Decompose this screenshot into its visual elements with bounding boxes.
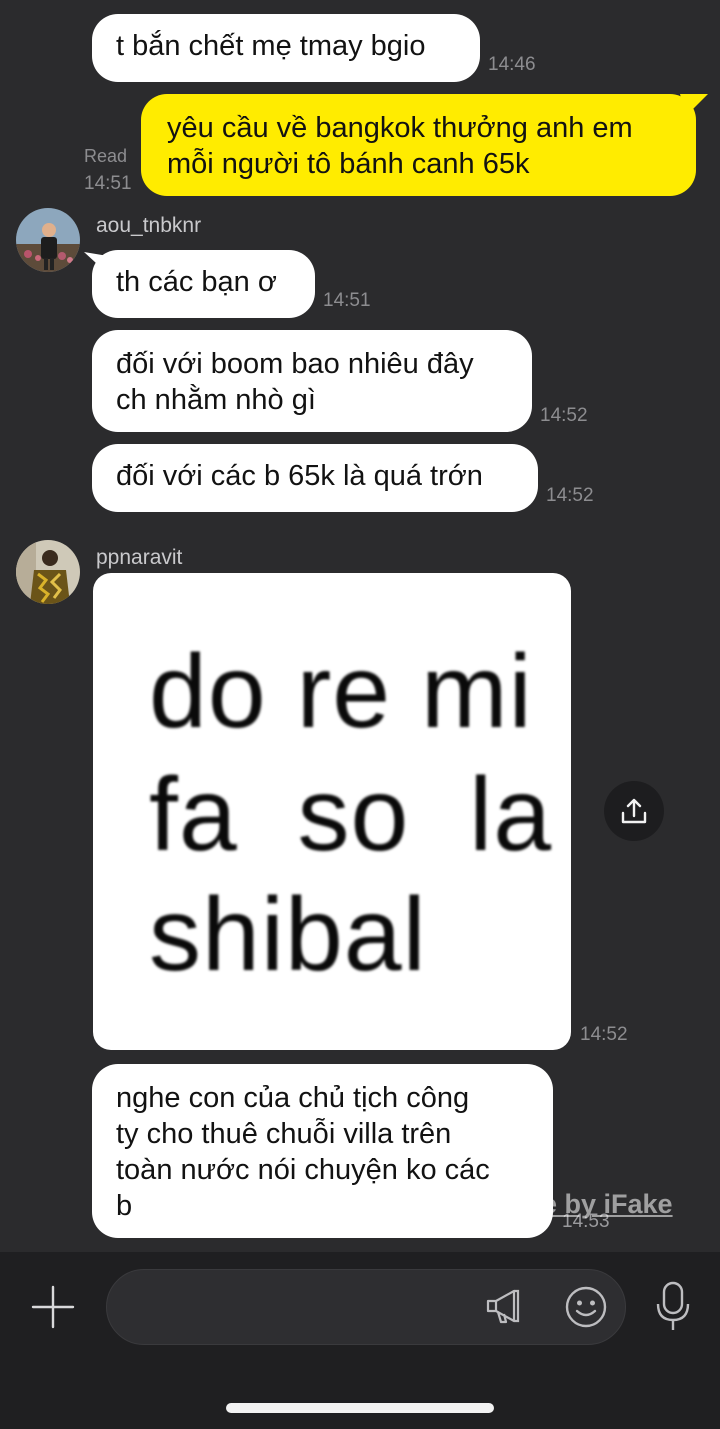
- image-text-line: do re mi: [149, 634, 533, 750]
- sender-name: ppnaravit: [96, 546, 183, 569]
- emoji-button[interactable]: [564, 1285, 608, 1334]
- message-bubble[interactable]: đối với các b 65k là quá trớn: [92, 444, 538, 512]
- chat-area[interactable]: t bắn chết mẹ tmay bgio 14:46 Read 14:51…: [0, 0, 720, 1252]
- voice-button[interactable]: [654, 1280, 692, 1339]
- message-bubble[interactable]: đối với boom bao nhiêu đây ch nhằm nhò g…: [92, 330, 532, 432]
- share-upload-icon: [621, 798, 647, 824]
- message-time: 14:52: [540, 405, 588, 426]
- share-button[interactable]: [604, 781, 664, 841]
- message-input[interactable]: [106, 1269, 626, 1345]
- avatar[interactable]: [16, 208, 80, 272]
- message-time: 14:52: [546, 485, 594, 506]
- announce-button[interactable]: [484, 1286, 524, 1331]
- watermark: Made by iFake: [488, 1189, 673, 1219]
- emoji-icon: [565, 1286, 607, 1328]
- message-bubble-mine[interactable]: yêu cầu về bangkok thưởng anh em mỗi ngư…: [141, 94, 696, 196]
- message-time: 14:51: [84, 173, 132, 194]
- image-message[interactable]: do re mi fa so la shibal: [93, 573, 571, 1050]
- add-button[interactable]: [30, 1284, 76, 1330]
- message-time: 14:52: [580, 1024, 628, 1045]
- megaphone-icon: [486, 1289, 520, 1324]
- message-bubble[interactable]: th các bạn ơ: [92, 250, 315, 318]
- message-bubble[interactable]: nghe con của chủ tịch công ty cho thuê c…: [92, 1064, 553, 1238]
- read-receipt: Read: [84, 146, 128, 166]
- plus-icon: [31, 1285, 75, 1329]
- home-indicator[interactable]: [226, 1403, 494, 1413]
- bubble-tail: [680, 94, 708, 116]
- sender-name: aou_tnbknr: [96, 214, 202, 237]
- message-bubble[interactable]: t bắn chết mẹ tmay bgio: [92, 14, 480, 82]
- image-text-line: shibal: [149, 877, 427, 993]
- message-time: 14:51: [323, 290, 371, 311]
- message-time: 14:46: [488, 54, 536, 75]
- avatar[interactable]: [16, 540, 80, 604]
- image-text-line: fa so la: [149, 757, 553, 873]
- microphone-icon: [656, 1281, 690, 1330]
